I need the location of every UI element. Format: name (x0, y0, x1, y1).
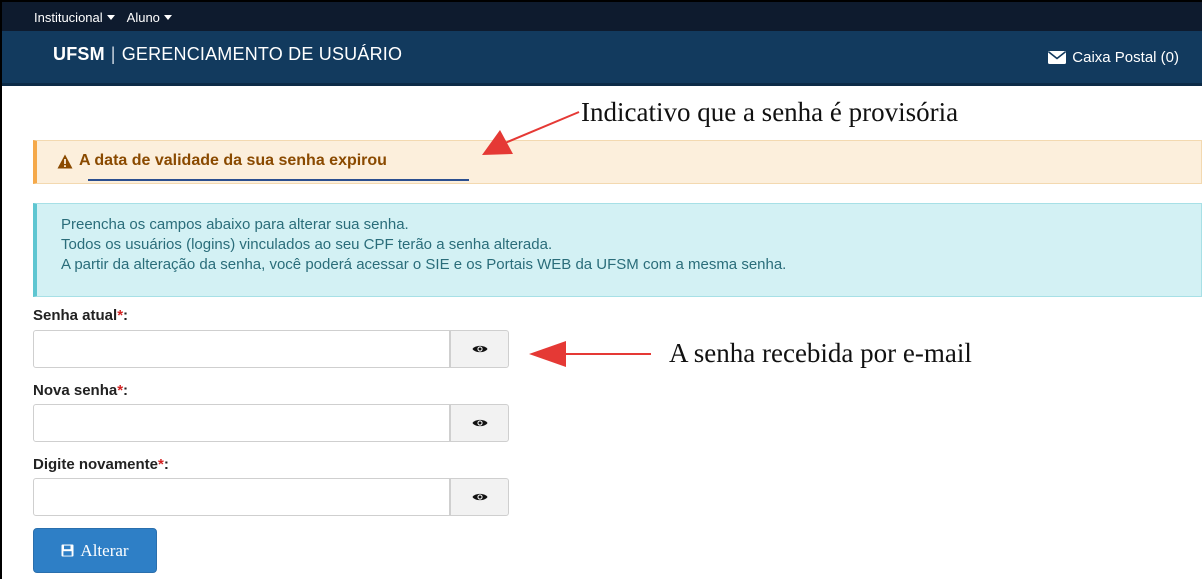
eye-icon (472, 345, 487, 353)
floppy-disk-icon (61, 544, 74, 557)
info-line: A partir da alteração da senha, você pod… (61, 256, 787, 273)
warning-underline (88, 179, 469, 181)
confirm-password-label: Digite novamente*: (33, 456, 169, 473)
label-suffix: : (123, 307, 129, 324)
nav-aluno[interactable]: Aluno (127, 10, 172, 25)
confirm-password-input[interactable] (33, 478, 450, 516)
alterar-button[interactable]: Alterar (33, 528, 157, 573)
new-password-input[interactable] (33, 404, 450, 442)
caret-down-icon (163, 15, 172, 20)
current-password-toggle-button[interactable] (450, 330, 509, 368)
label-suffix: : (123, 382, 129, 399)
new-password-toggle-button[interactable] (450, 404, 509, 442)
page-title: GERENCIAMENTO DE USUÁRIO (121, 44, 403, 64)
top-nav-bar: Institucional Aluno (2, 2, 1202, 31)
info-line: Todos os usuários (logins) vinculados ao… (61, 236, 553, 253)
info-line: Preencha os campos abaixo para alterar s… (61, 216, 409, 233)
annotation-email-password: A senha recebida por e-mail (669, 338, 972, 368)
envelope-icon (1048, 51, 1067, 64)
nav-aluno-label: Aluno (126, 10, 160, 25)
new-password-label-text: Nova senha (33, 382, 118, 399)
mailbox-link[interactable]: Caixa Postal (0) (1048, 49, 1179, 66)
current-password-label: Senha atual*: (33, 307, 128, 324)
nav-institucional[interactable]: Institucional (34, 10, 115, 25)
eye-icon (472, 493, 487, 501)
top-nav: Institucional Aluno (34, 10, 172, 25)
mailbox-label: Caixa Postal (0) (1072, 49, 1179, 66)
confirm-password-label-text: Digite novamente (33, 456, 159, 473)
alterar-button-label: Alterar (80, 540, 129, 560)
brand-separator: | (110, 44, 116, 64)
label-suffix: : (163, 456, 169, 473)
warning-message: A data de validade da sua senha expirou (57, 152, 387, 170)
brand-short: UFSM (53, 44, 105, 64)
app-header: UFSM | GERENCIAMENTO DE USUÁRIO Caixa Post… (2, 31, 1202, 86)
warning-text: A data de validade da sua senha expirou (79, 152, 387, 169)
caret-down-icon (106, 15, 115, 20)
confirm-password-toggle-button[interactable] (450, 478, 509, 516)
nav-institucional-label: Institucional (34, 10, 103, 25)
warning-triangle-icon (57, 154, 73, 168)
new-password-label: Nova senha*: (33, 382, 128, 399)
eye-icon (472, 419, 487, 427)
annotation-provisional: Indicativo que a senha é provisória (581, 97, 959, 127)
info-message: Preencha os campos abaixo para alterar s… (61, 215, 786, 275)
brand-title[interactable]: UFSM | GERENCIAMENTO DE USUÁRIO (53, 44, 402, 65)
current-password-input[interactable] (33, 330, 450, 368)
current-password-label-text: Senha atual (33, 307, 118, 324)
